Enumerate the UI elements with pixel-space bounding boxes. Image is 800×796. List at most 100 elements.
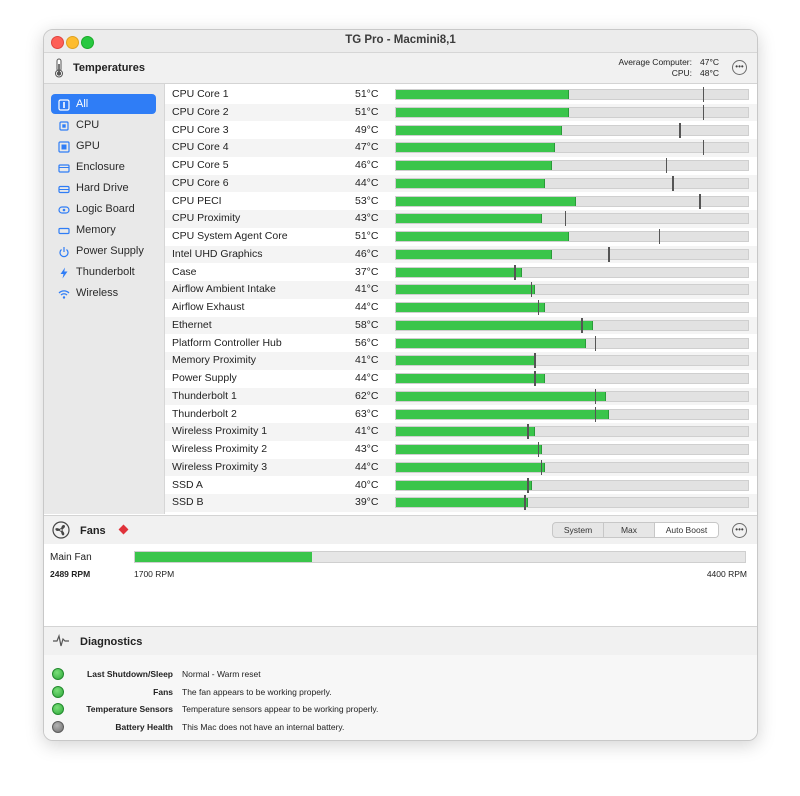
- sensor-temperature: 43°C: [355, 212, 379, 225]
- fans-more-button[interactable]: •••: [732, 523, 747, 538]
- sensor-name: Platform Controller Hub: [172, 336, 282, 349]
- sensor-name: CPU Core 6: [172, 176, 229, 189]
- sidebar-item-all[interactable]: All: [51, 94, 156, 114]
- sidebar-item-wireless[interactable]: Wireless: [51, 283, 156, 303]
- sensor-row[interactable]: Wireless Proximity 1 41°C: [165, 423, 757, 441]
- sidebar-item-thunderbolt[interactable]: Thunderbolt: [51, 262, 156, 282]
- sensor-name: CPU Core 3: [172, 123, 229, 136]
- window-title: TG Pro - Macmini8,1: [345, 34, 456, 46]
- sensor-name: Wireless Proximity 1: [172, 425, 268, 438]
- sidebar-item-gpu[interactable]: GPU: [51, 136, 156, 156]
- fan-speed-bar[interactable]: [134, 551, 746, 563]
- sensor-temperature: 41°C: [355, 354, 379, 367]
- sensor-temperature: 49°C: [355, 123, 379, 136]
- sidebar-item-hard-drive[interactable]: Hard Drive: [51, 178, 156, 198]
- fan-mode-max-button[interactable]: Max: [604, 523, 655, 537]
- sidebar-item-logic-board[interactable]: Logic Board: [51, 199, 156, 219]
- power-icon: [58, 245, 70, 258]
- sensor-name: Ethernet: [172, 318, 212, 331]
- sensor-temperature: 63°C: [355, 407, 379, 420]
- max-temperature-marker: [524, 495, 526, 511]
- sensor-name: Power Supply: [172, 372, 237, 384]
- fan-mode-segmented-control: System Max Auto Boost: [552, 522, 719, 538]
- sensor-name: Thunderbolt 1: [172, 389, 237, 402]
- sensor-row[interactable]: Intel UHD Graphics 46°C: [165, 245, 757, 264]
- temperature-bar-fill: [396, 498, 529, 508]
- sensor-row[interactable]: CPU System Agent Core 51°C: [165, 228, 757, 246]
- sensor-name: CPU Core 1: [172, 88, 229, 100]
- sensor-temperature: 37°C: [355, 265, 379, 278]
- thunderbolt-icon: [58, 266, 70, 279]
- temperature-bar-fill: [396, 480, 532, 490]
- status-ok-icon: [52, 686, 64, 698]
- sensor-temperature: 44°C: [355, 176, 379, 189]
- sidebar-item-memory[interactable]: Memory: [51, 220, 156, 240]
- fan-mode-auto-boost-button[interactable]: Auto Boost: [655, 523, 718, 537]
- ellipsis-icon: •••: [735, 525, 744, 534]
- sensor-temperature: 58°C: [355, 318, 379, 331]
- diagnostic-label: Fans: [153, 687, 173, 697]
- sensor-row[interactable]: Memory Proximity 41°C: [165, 352, 757, 370]
- sensor-temperature: 44°C: [355, 372, 379, 384]
- sensor-name: CPU Core 4: [172, 141, 229, 154]
- temperature-bar-fill: [396, 107, 569, 117]
- diagnostic-row: Last Shutdown/Sleep Normal - Warm reset: [44, 666, 757, 683]
- sensor-row[interactable]: Thunderbolt 2 63°C: [165, 406, 757, 424]
- sensor-row[interactable]: Case 37°C: [165, 264, 757, 282]
- max-temperature-marker: [658, 229, 661, 244]
- temperature-bar: [395, 104, 749, 120]
- max-temperature-marker: [514, 264, 516, 280]
- sensor-list: CPU Core 1 51°C CPU Core 2 51°C CPU Core 3 49…: [165, 84, 757, 514]
- sensor-row[interactable]: SSD B 39°C: [165, 494, 757, 512]
- sensor-row[interactable]: Airflow Exhaust 44°C: [165, 299, 757, 317]
- diagnostic-row: Battery Health This Mac does not have an…: [44, 719, 757, 736]
- temperature-bar: [395, 175, 749, 191]
- sensor-row[interactable]: CPU Core 5 46°C: [165, 157, 757, 175]
- max-temperature-marker: [608, 246, 610, 262]
- sidebar-item-cpu[interactable]: CPU: [51, 115, 156, 135]
- diagnostic-label: Last Shutdown/Sleep: [87, 669, 173, 679]
- sensor-temperature: 41°C: [355, 283, 379, 296]
- max-temperature-marker: [672, 175, 674, 191]
- temperature-bar-fill: [396, 90, 569, 99]
- sensor-row[interactable]: CPU Core 6 44°C: [165, 174, 757, 193]
- fan-mode-system-button[interactable]: System: [553, 523, 604, 537]
- sensor-temperature: 41°C: [355, 425, 379, 438]
- max-temperature-marker: [702, 87, 705, 102]
- fan-current-rpm: 2489 RPM: [50, 569, 91, 579]
- sensor-row[interactable]: CPU PECI 53°C: [165, 193, 757, 211]
- temperature-bar-fill: [396, 356, 536, 366]
- sensor-row[interactable]: CPU Proximity 43°C: [165, 210, 757, 228]
- sidebar-item-power-supply[interactable]: Power Supply: [51, 241, 156, 261]
- sensor-name: CPU Core 5: [172, 159, 229, 171]
- max-temperature-marker: [537, 442, 540, 457]
- fan-panel: Main Fan 2489 RPM 1700 RPM 4400 RPM: [44, 544, 757, 625]
- sensor-row[interactable]: Airflow Ambient Intake 41°C: [165, 281, 757, 299]
- sensor-row[interactable]: CPU Core 1 51°C: [165, 86, 757, 104]
- sensor-row[interactable]: CPU Core 3 49°C: [165, 122, 757, 140]
- sidebar-item-enclosure[interactable]: Enclosure: [51, 157, 156, 177]
- sensor-name: CPU PECI: [172, 194, 222, 207]
- temperatures-more-button[interactable]: •••: [732, 60, 747, 75]
- temperature-bar-fill: [396, 161, 553, 170]
- sensor-row[interactable]: SSD A 40°C: [165, 477, 757, 495]
- sensor-row[interactable]: Ethernet 58°C: [165, 316, 757, 335]
- temperature-bar-fill: [396, 303, 546, 312]
- temperature-bar-fill: [396, 320, 593, 330]
- sensor-row[interactable]: CPU Core 2 51°C: [165, 103, 757, 122]
- sensor-row[interactable]: Wireless Proximity 3 44°C: [165, 458, 757, 477]
- fans-title: Fans: [80, 525, 106, 537]
- max-temperature-marker: [581, 317, 583, 333]
- temperature-bar: [395, 477, 749, 493]
- sidebar-item-label: Wireless: [76, 287, 119, 299]
- sensor-row[interactable]: Power Supply 44°C: [165, 370, 757, 388]
- sensor-temperature: 39°C: [355, 496, 379, 509]
- sensor-row[interactable]: CPU Core 4 47°C: [165, 139, 757, 157]
- fan-min-rpm: 1700 RPM: [134, 569, 175, 579]
- memory-icon: [58, 224, 70, 236]
- sensor-row[interactable]: Platform Controller Hub 56°C: [165, 335, 757, 353]
- temperature-bar-fill: [396, 374, 546, 383]
- sensor-name: Wireless Proximity 2: [172, 443, 268, 455]
- sensor-row[interactable]: Wireless Proximity 2 43°C: [165, 441, 757, 459]
- sensor-row[interactable]: Thunderbolt 1 62°C: [165, 387, 757, 406]
